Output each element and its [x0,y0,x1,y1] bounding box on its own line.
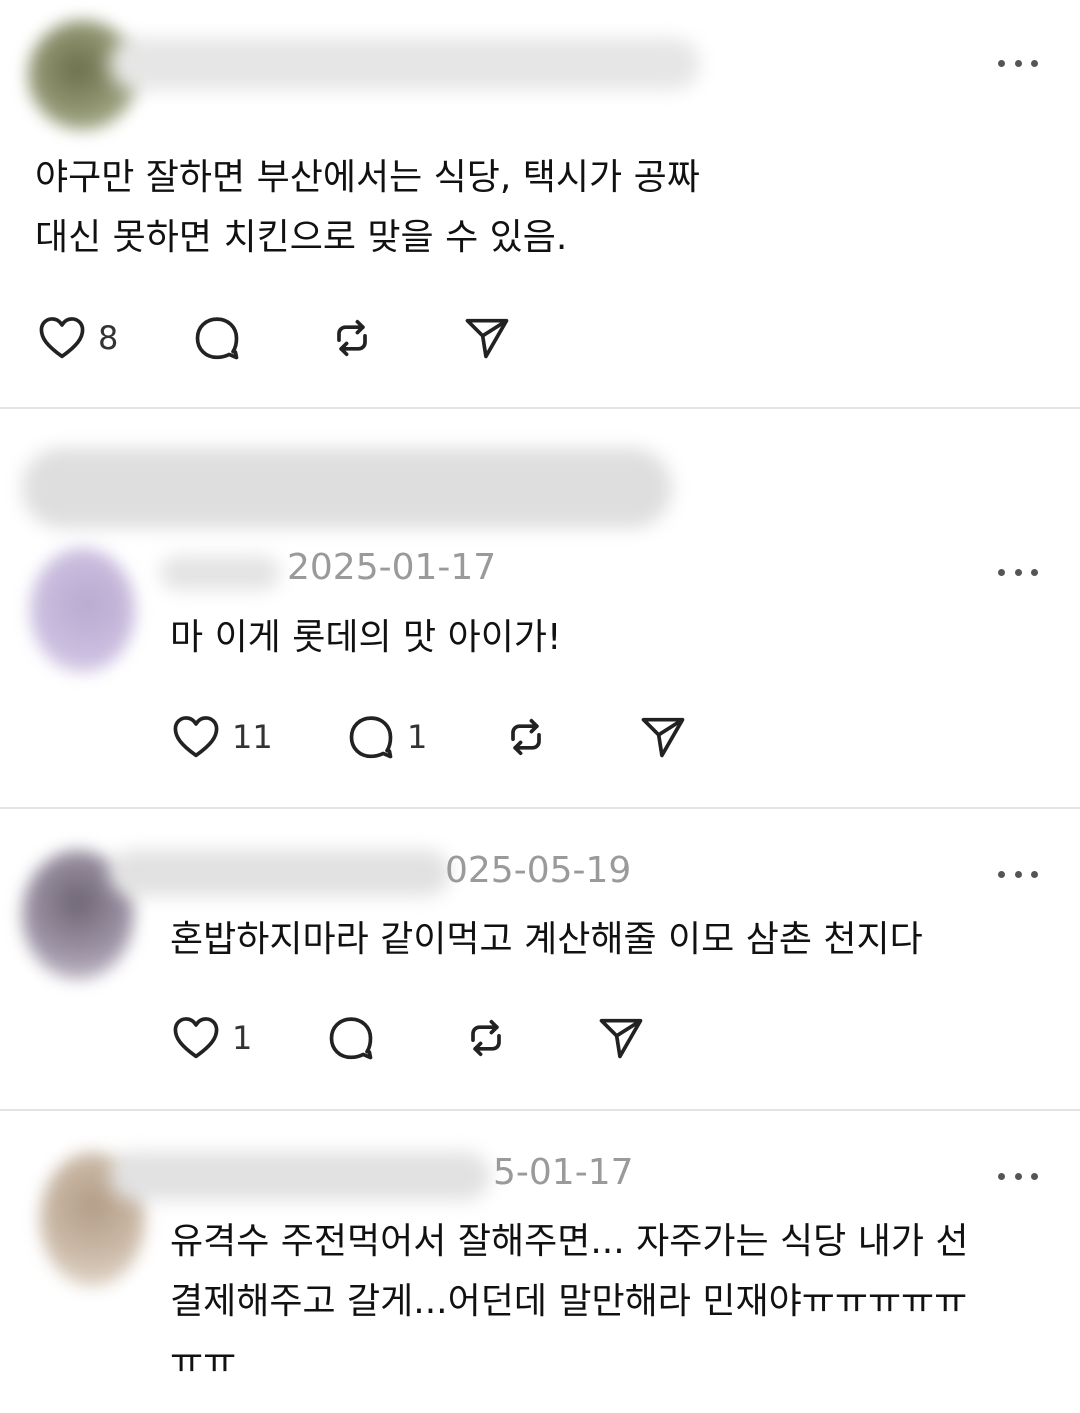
divider [0,1109,1080,1111]
repost-button[interactable] [460,1008,512,1068]
post-date: 2025-01-17 [287,547,497,588]
divider [0,407,1080,409]
more-options-icon[interactable] [998,1170,1038,1182]
repost-button[interactable] [326,308,378,368]
like-button[interactable]: 8 [36,308,118,368]
send-icon [641,717,685,758]
like-button[interactable]: 1 [170,1008,252,1068]
comment-bubble-icon [329,1017,373,1060]
like-count: 8 [98,319,119,357]
repost-icon [511,718,541,756]
comment-button[interactable]: 1 [345,707,427,767]
repost-icon [337,319,367,357]
post-text: 혼밥하지마라 같이먹고 계산해줄 이모 삼촌 천지다 [170,919,923,960]
comment-button[interactable] [191,308,253,368]
header-blurred [22,448,672,528]
username-blurred[interactable] [110,38,700,90]
repost-button[interactable] [500,707,552,767]
send-icon [465,318,509,359]
action-bar: 1 [170,1008,670,1068]
action-bar: 11 1 [170,707,710,767]
like-count: 11 [232,718,273,756]
post-text: 마 이게 롯데의 맛 아이가! [170,617,562,658]
more-options-icon[interactable] [998,57,1038,69]
divider [0,807,1080,809]
heart-icon [173,716,219,758]
post-date: 5-01-17 [493,1152,634,1193]
share-button[interactable] [637,707,689,767]
post-text: 유격수 주전먹어서 잘해주면... 자주가는 식당 내가 선 결제해주고 갈게.… [170,1221,969,1382]
heart-icon [39,317,85,359]
like-button[interactable]: 11 [170,707,273,767]
username-blurred[interactable] [110,1152,490,1200]
username-blurred[interactable] [110,850,450,896]
comment-button[interactable] [325,1008,387,1068]
avatar[interactable] [30,548,135,673]
share-button[interactable] [595,1008,647,1068]
comment-count: 1 [407,718,428,756]
username-blurred[interactable] [160,556,280,590]
post-2: 2025-01-17 마 이게 롯데의 맛 아이가! 11 1 [0,410,1080,808]
repost-icon [471,1019,501,1057]
post-3: 025-05-19 혼밥하지마라 같이먹고 계산해줄 이모 삼촌 천지다 1 [0,810,1080,1110]
post-date: 025-05-19 [445,850,632,891]
more-options-icon[interactable] [998,868,1038,880]
post-text: 야구만 잘하면 부산에서는 식당, 택시가 공짜 대신 못하면 치킨으로 맞을 … [35,157,700,258]
comment-bubble-icon [195,317,239,360]
post-4: 5-01-17 유격수 주전먹어서 잘해주면... 자주가는 식당 내가 선 결… [0,1112,1080,1413]
like-count: 1 [232,1019,253,1057]
share-button[interactable] [461,308,513,368]
comment-bubble-icon [349,716,393,759]
action-bar: 8 [36,308,556,368]
more-options-icon[interactable] [998,566,1038,578]
heart-icon [173,1017,219,1059]
post-1: 야구만 잘하면 부산에서는 식당, 택시가 공짜 대신 못하면 치킨으로 맞을 … [0,0,1080,408]
send-icon [599,1018,643,1059]
